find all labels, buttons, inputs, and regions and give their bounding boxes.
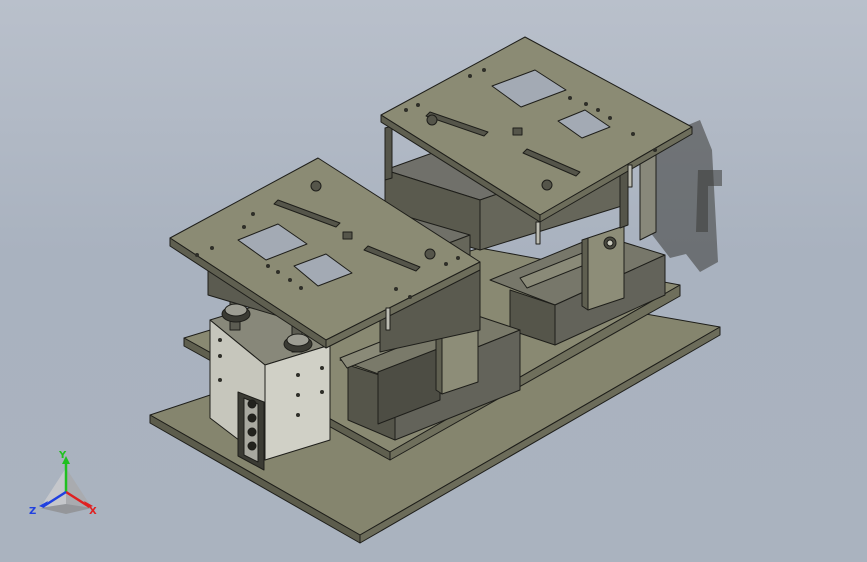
- z-axis-label: Z: [29, 506, 37, 517]
- y-axis-label: Y: [59, 450, 67, 461]
- cad-model-view[interactable]: [0, 0, 867, 562]
- axis-triad: X Y Z: [26, 448, 106, 520]
- x-axis-label: X: [89, 506, 97, 517]
- side-bracket-rear[interactable]: [581, 225, 625, 311]
- graphics-viewport[interactable]: X Y Z: [0, 0, 867, 562]
